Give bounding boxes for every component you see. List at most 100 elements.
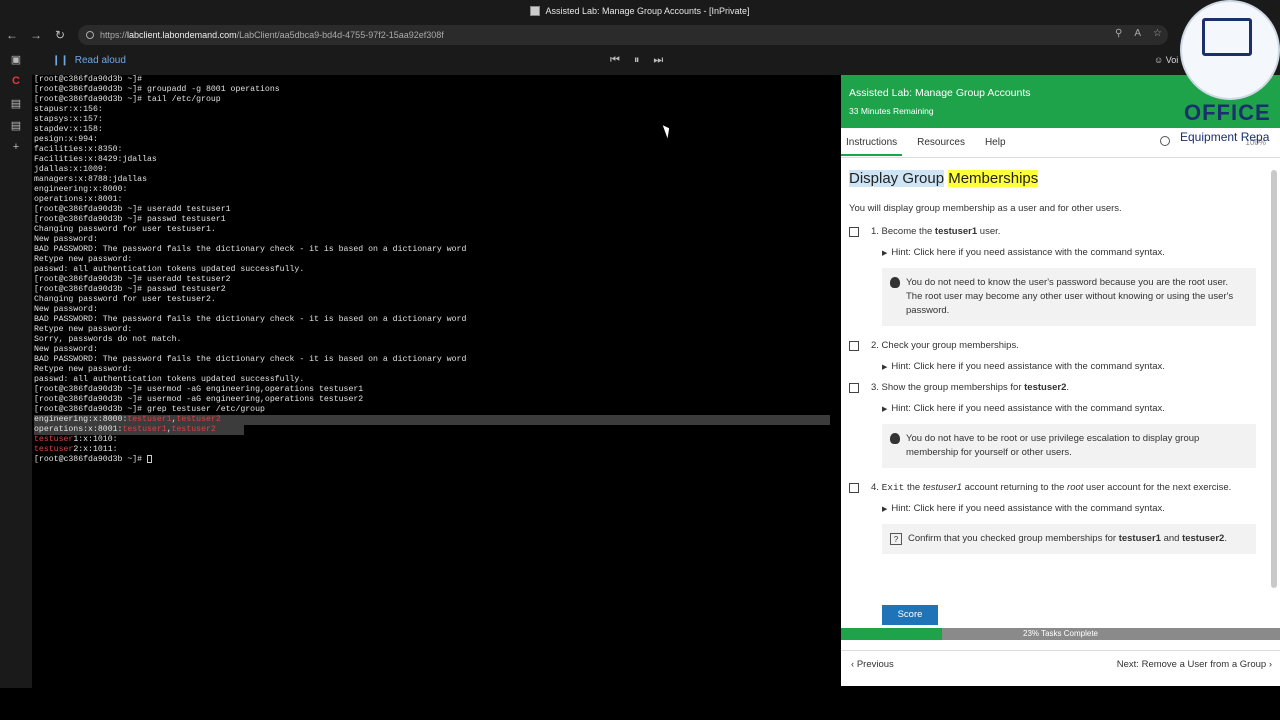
- task-3-note: You do not have to be root or use privil…: [882, 424, 1256, 468]
- monitor-icon: [1202, 18, 1252, 56]
- reload-icon[interactable]: ↻: [48, 23, 72, 47]
- task-4-hint[interactable]: ▶ Hint: Click here if you need assistance…: [882, 503, 1264, 514]
- intro-text: You will display group membership as a u…: [849, 203, 1122, 214]
- lab-icon[interactable]: ▤: [0, 92, 32, 114]
- window-titlebar: Assisted Lab: Manage Group Accounts - [I…: [0, 0, 1280, 22]
- skip-back-icon[interactable]: ⏮: [610, 54, 620, 67]
- terminal-line: [root@c386fda90d3b ~]# groupadd -g 8001 …: [34, 85, 280, 94]
- task-2-hint[interactable]: ▶ Hint: Click here if you need assistance…: [882, 361, 1264, 372]
- app-icon: [530, 6, 541, 16]
- tabs-icon[interactable]: ▣: [0, 48, 32, 70]
- tab-help[interactable]: Help: [985, 129, 1006, 156]
- lightbulb-icon: [890, 277, 900, 288]
- chevron-left-icon: ‹: [851, 659, 855, 670]
- pause-icon[interactable]: ⏸: [634, 54, 640, 67]
- back-arrow-icon[interactable]: ←: [0, 23, 24, 47]
- terminal-line: stapdev:x:158:: [34, 125, 103, 134]
- logo-line2: Equipment Repa: [1180, 130, 1270, 144]
- expand-triangle-icon: ▶: [882, 250, 888, 257]
- task-1-hint[interactable]: ▶ Hint: Click here if you need assistance…: [882, 247, 1264, 258]
- expand-triangle-icon: ▶: [882, 406, 888, 413]
- terminal[interactable]: [root@c386fda90d3b ~]# [root@c386fda90d3b…: [34, 75, 840, 685]
- terminal-line: BAD PASSWORD: The password fails the dic…: [34, 355, 467, 364]
- task-3-text: 3. Show the group memberships for testus…: [871, 382, 1070, 393]
- app-c-icon[interactable]: C: [0, 70, 32, 92]
- collections-icon[interactable]: ▤: [0, 114, 32, 136]
- terminal-line: engineering:x:8000:: [34, 185, 128, 194]
- task-3-checkbox[interactable]: [849, 383, 859, 393]
- terminal-line: [root@c386fda90d3b ~]# usermod -aG engin…: [34, 385, 364, 394]
- voice-icon: ☺: [1154, 55, 1164, 65]
- add-icon[interactable]: +: [0, 136, 32, 158]
- read-aloud-label: Read aloud: [74, 55, 126, 66]
- terminal-line: facilities:x:8350:: [34, 145, 123, 154]
- favorite-star-icon[interactable]: ☆: [1153, 28, 1162, 39]
- task-4: 4. Exit the testuser1 account returning …: [849, 482, 1264, 493]
- tab-resources[interactable]: Resources: [917, 129, 965, 156]
- terminal-prompt[interactable]: [root@c386fda90d3b ~]#: [34, 455, 840, 465]
- task-4-checkbox[interactable]: [849, 483, 859, 493]
- terminal-line: passwd: all authentication tokens update…: [34, 265, 305, 274]
- browser-sidebar: ▣ C ▤ ▤ +: [0, 48, 32, 688]
- terminal-line: BAD PASSWORD: The password fails the dic…: [34, 315, 467, 324]
- confirm-note: ? Confirm that you checked group membersh…: [882, 524, 1256, 554]
- terminal-line: BAD PASSWORD: The password fails the dic…: [34, 245, 467, 254]
- terminal-line: stapsys:x:157:: [34, 115, 103, 124]
- lightbulb-icon: [890, 433, 900, 444]
- expand-triangle-icon: ▶: [882, 506, 888, 513]
- task-2-text: 2. Check your group memberships.: [871, 340, 1019, 351]
- zoom-icon[interactable]: ⚲: [1115, 28, 1122, 39]
- terminal-line: [root@c386fda90d3b ~]# useradd testuser2: [34, 275, 231, 284]
- terminal-line: [root@c386fda90d3b ~]# grep testuser /et…: [34, 405, 265, 414]
- score-button[interactable]: Score: [882, 605, 938, 625]
- progress-bar: 23% Tasks Complete: [841, 628, 1280, 640]
- terminal-line: managers:x:8788:jdallas: [34, 175, 148, 184]
- task-1: 1. Become the testuser1 user.: [849, 226, 1264, 237]
- task-3-hint[interactable]: ▶ Hint: Click here if you need assistance…: [882, 403, 1264, 414]
- panel-footer: ‹ Previous Next: Remove a User from a Gr…: [841, 650, 1280, 686]
- read-aloud-icon[interactable]: A: [1134, 28, 1141, 39]
- address-bar: ← → ↻ https://labclient.labondemand.com /…: [0, 22, 1280, 48]
- task-1-checkbox[interactable]: [849, 227, 859, 237]
- terminal-line-grep-operations: operations:x:8001:testuser1,testuser2: [34, 425, 244, 435]
- terminal-cursor: [147, 455, 153, 463]
- task-1-note: You do not need to know the user's passw…: [882, 268, 1256, 326]
- info-icon[interactable]: [86, 31, 94, 39]
- search-icon[interactable]: [1160, 136, 1170, 146]
- terminal-line: Retype new password:: [34, 255, 133, 264]
- window-title: Assisted Lab: Manage Group Accounts - [I…: [545, 6, 750, 16]
- terminal-line: Changing password for user testuser1.: [34, 225, 216, 234]
- voice-button[interactable]: ☺ Voi: [1154, 55, 1178, 65]
- skip-forward-icon[interactable]: ⏭: [653, 54, 663, 67]
- url-prefix: https://: [100, 30, 128, 40]
- terminal-line: New password:: [34, 345, 98, 354]
- next-button[interactable]: Next: Remove a User from a Group ›: [1117, 659, 1272, 670]
- terminal-line: Facilities:x:8429:jdallas: [34, 155, 157, 164]
- url-path: /LabClient/aa5dbca9-bd4d-4755-97f2-15aa9…: [236, 30, 444, 40]
- question-icon: ?: [890, 533, 902, 545]
- voice-label: Voi: [1165, 55, 1179, 65]
- terminal-line: [root@c386fda90d3b ~]# passwd testuser2: [34, 285, 226, 294]
- instructions-content: Display Group Memberships You will displ…: [849, 170, 1264, 568]
- lab-toolbar: ❙❙ Read aloud ⏮ ⏸ ⏭ ☺ Voi: [32, 48, 1280, 75]
- terminal-line: pesign:x:994:: [34, 135, 98, 144]
- read-aloud-bar-icon: ❙❙: [52, 55, 69, 66]
- url-input[interactable]: https://labclient.labondemand.com/LabCli…: [78, 25, 1168, 45]
- task-1-text: 1. Become the testuser1 user.: [871, 226, 1001, 237]
- terminal-line-grep-user2: testuser2:x:1011:: [34, 445, 118, 454]
- terminal-line: passwd: all authentication tokens update…: [34, 375, 305, 384]
- terminal-line: [root@c386fda90d3b ~]# passwd testuser1: [34, 215, 226, 224]
- logo-line1: OFFICE: [1184, 100, 1271, 125]
- terminal-line: [root@c386fda90d3b ~]# tail /etc/group: [34, 95, 221, 104]
- lab-panel: Assisted Lab: Manage Group Accounts 33 M…: [841, 75, 1280, 686]
- previous-button[interactable]: ‹ Previous: [851, 659, 894, 670]
- task-4-text: 4. Exit the testuser1 account returning …: [871, 482, 1232, 493]
- tab-instructions[interactable]: Instructions: [841, 129, 903, 156]
- terminal-line: [root@c386fda90d3b ~]# useradd testuser1: [34, 205, 231, 214]
- forward-arrow-icon[interactable]: →: [24, 23, 48, 47]
- read-aloud-button[interactable]: ❙❙ Read aloud: [52, 55, 126, 66]
- terminal-line-grep-user1: testuser1:x:1010:: [34, 435, 118, 444]
- panel-scrollbar[interactable]: [1271, 170, 1277, 588]
- expand-triangle-icon: ▶: [882, 364, 888, 371]
- task-2-checkbox[interactable]: [849, 341, 859, 351]
